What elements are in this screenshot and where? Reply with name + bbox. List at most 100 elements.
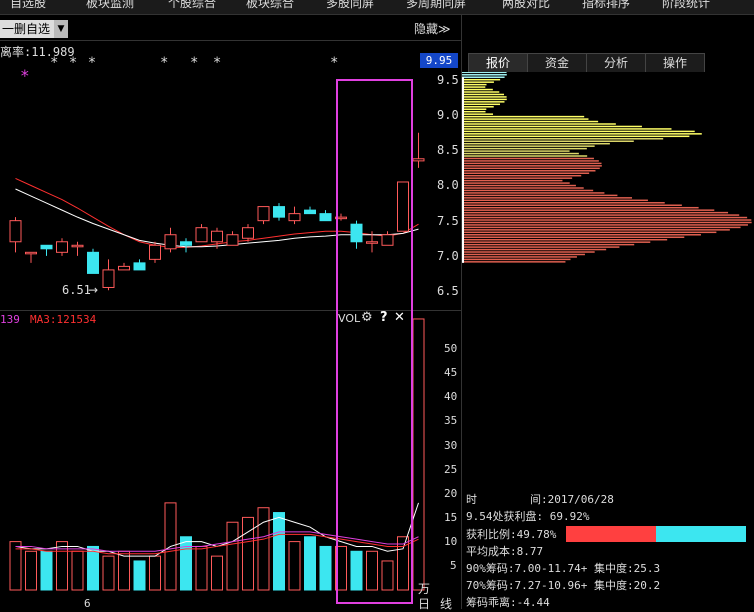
chip-bar (462, 211, 729, 214)
candle-body (180, 241, 192, 246)
chip-bar (462, 88, 493, 91)
menu-item-compare[interactable]: 两股对比 (502, 0, 550, 11)
candle-body (118, 265, 130, 271)
volume-bar (257, 507, 270, 591)
candle-body (412, 158, 425, 162)
candle-body (257, 206, 270, 222)
menu-item-indicator-sort[interactable]: 指标排序 (582, 0, 630, 11)
chip-bar (462, 157, 594, 160)
chip-bar (462, 243, 635, 246)
chip-bar (462, 192, 605, 194)
volume-bar (71, 550, 84, 591)
chip-bar (462, 155, 588, 157)
chip-bar (462, 135, 690, 138)
volume-bar (273, 512, 285, 591)
chip-bar (462, 106, 494, 108)
chip-bar (462, 120, 599, 123)
chip-bar (462, 98, 507, 101)
chip-bar (462, 162, 602, 165)
chip-time-label: 时 (466, 493, 477, 506)
chip-bar (462, 234, 701, 236)
volume-bar (195, 545, 208, 591)
vol-tick: 20 (444, 487, 458, 500)
chip-bar (462, 204, 682, 206)
chip-bar (462, 253, 585, 256)
candle-body (40, 244, 53, 250)
chip-bar (462, 91, 500, 93)
vol-tick: 50 (444, 342, 458, 355)
vol-tick: 45 (444, 366, 458, 379)
volume-bar (319, 545, 332, 591)
candle-body (25, 251, 37, 255)
candle-body (319, 213, 332, 222)
volume-bar (133, 560, 146, 591)
chip-bar (462, 189, 594, 192)
menu-item-stage-stats[interactable]: 阶段统计 (662, 0, 710, 11)
chip-bar (462, 123, 616, 125)
candle-body (149, 244, 161, 260)
chip-bar (462, 248, 607, 251)
chip-bar (462, 229, 730, 231)
chip-bar (462, 152, 579, 155)
chip-bar (462, 172, 590, 174)
chip-bar (462, 83, 487, 86)
candle-body (56, 241, 68, 253)
chip-bar (462, 194, 618, 197)
chip-bar (462, 236, 685, 238)
chip-bar (462, 145, 595, 147)
candle-body (226, 234, 239, 246)
chip-bar (462, 133, 702, 135)
chip-bar (462, 206, 699, 209)
chip-bar (462, 150, 570, 152)
tab-funds[interactable]: 资金 (527, 53, 587, 72)
chip-profit-ratio: 获利比例:49.78% (466, 528, 557, 541)
candle-body (195, 227, 208, 243)
chip-bar (462, 224, 748, 226)
volume-bar (211, 555, 223, 591)
candle-body (211, 230, 223, 243)
volume-bar (242, 516, 254, 591)
volume-bar (118, 550, 130, 591)
tab-analysis[interactable]: 分析 (586, 53, 646, 72)
candle-body (133, 262, 146, 271)
vol-ma3-readout: MA3:121534 (30, 313, 97, 326)
vol-tick: 25 (444, 463, 458, 476)
chip-bar (462, 209, 715, 211)
candle-body (102, 269, 115, 288)
vol-tick: 5 (450, 559, 457, 572)
chip-bar (462, 147, 587, 150)
chip-bar (462, 108, 487, 110)
profit-ratio-bar (566, 526, 746, 542)
chip-bar (462, 170, 596, 172)
chip-bar (462, 125, 642, 128)
candle-body (273, 206, 285, 218)
chip-bar (462, 76, 505, 78)
tab-quote[interactable]: 报价 (468, 53, 528, 72)
vol-tick: 40 (444, 390, 458, 403)
chip-bar (462, 241, 651, 243)
chip-bar (462, 160, 599, 162)
chip-bar (462, 231, 717, 234)
chip-bar (462, 258, 571, 261)
chip-bar (462, 142, 610, 145)
chip-bar (462, 118, 589, 120)
chip-distribution (462, 72, 752, 263)
chip-bar (462, 72, 507, 74)
chip-bar (462, 238, 668, 241)
chip-bar (462, 219, 752, 221)
chip-bar (462, 96, 507, 98)
chip-bar (462, 226, 741, 229)
chip-bar (462, 86, 486, 88)
chip-bar (462, 177, 573, 179)
volume-bar (180, 536, 192, 591)
chip-bar (462, 113, 494, 115)
volume-bar (149, 555, 161, 591)
chip-bar (462, 216, 748, 219)
period-line-tab[interactable]: 线 (440, 595, 452, 612)
chip-baseline (462, 77, 464, 263)
chip-bar (462, 179, 563, 182)
tab-operation[interactable]: 操作 (645, 53, 705, 72)
volume-bar (87, 545, 99, 591)
vol-tick: 35 (444, 414, 458, 427)
period-day-tab[interactable]: 日 (418, 595, 430, 612)
